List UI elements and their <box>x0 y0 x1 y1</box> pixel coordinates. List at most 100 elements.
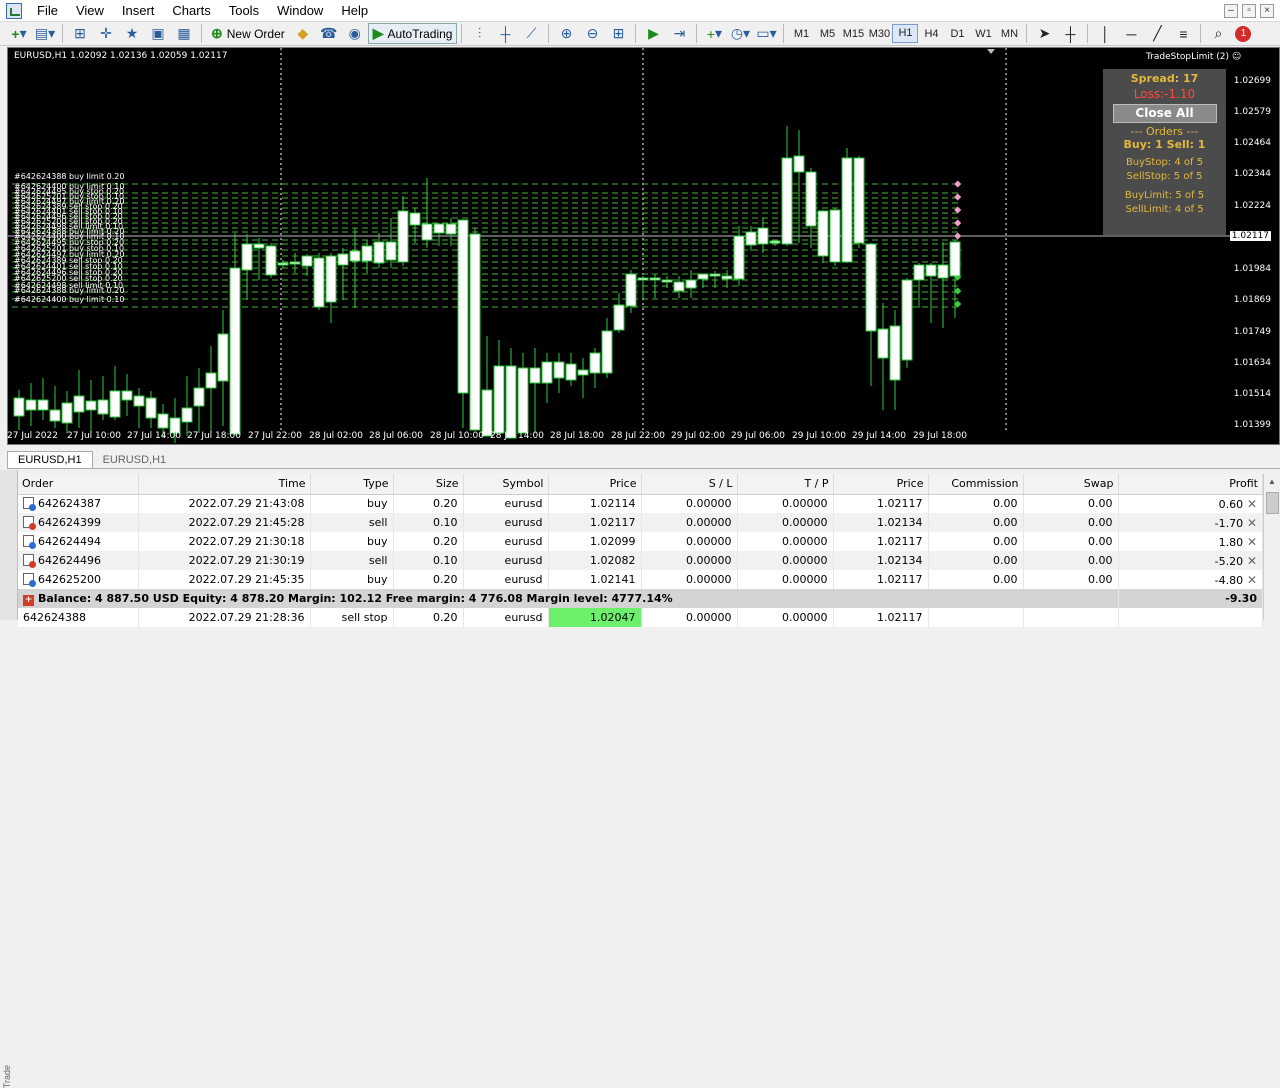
col-tp[interactable]: T / P <box>737 474 834 495</box>
timeframe-mn[interactable]: MN <box>996 28 1022 40</box>
close-all-button[interactable]: Close All <box>1112 104 1217 123</box>
crosshair-icon[interactable]: ┼ <box>1060 24 1080 44</box>
sl-cell: 0.00000 <box>641 570 738 589</box>
market-icon[interactable]: ◉ <box>345 24 365 44</box>
order-row[interactable]: 642625200 2022.07.29 21:45:35 buy 0.20 eurus… <box>18 570 1263 589</box>
tab-chart-1[interactable]: EURUSD,H1 <box>7 451 93 468</box>
timeframe-w1[interactable]: W1 <box>970 28 996 40</box>
col-swap[interactable]: Swap <box>1023 474 1119 495</box>
navigator-icon[interactable]: ★ <box>122 24 142 44</box>
col-size[interactable]: Size <box>393 474 464 495</box>
templates-icon[interactable]: ▭▾ <box>756 24 776 44</box>
price-chart[interactable]: #642624388 buy limit 0.20 #642624400 buy … <box>7 47 1280 445</box>
terminal-scrollbar[interactable]: ▲ <box>1263 474 1280 620</box>
metaeditor-icon[interactable]: ◆ <box>293 24 313 44</box>
line-chart-icon[interactable]: ⟋ <box>521 24 541 44</box>
strategy-tester-icon[interactable]: ▦ <box>174 24 194 44</box>
data-window-icon[interactable]: ✛ <box>96 24 116 44</box>
candlestick-icon[interactable]: ┼ <box>495 24 515 44</box>
vertical-line-icon[interactable]: │ <box>1095 24 1115 44</box>
order-row[interactable]: 642624399 2022.07.29 21:45:28 sell 0.10 euru… <box>18 513 1263 532</box>
menu-window[interactable]: Window <box>268 0 332 21</box>
candle-body <box>73 395 85 413</box>
new-order-button[interactable]: ⊕ New Order <box>206 23 290 44</box>
periods-icon[interactable]: ◷▾ <box>730 24 750 44</box>
col-type[interactable]: Type <box>310 474 394 495</box>
menu-insert[interactable]: Insert <box>113 0 164 21</box>
profiles-icon[interactable]: ▤▾ <box>35 24 55 44</box>
autotrading-button[interactable]: ▶ AutoTrading <box>367 23 458 44</box>
sl-cell: 0.00000 <box>641 494 738 513</box>
indicators-icon[interactable]: + ▾ <box>704 24 724 44</box>
new-chart-icon[interactable]: + ▾ <box>9 24 29 44</box>
col-profit[interactable]: Profit <box>1118 474 1263 495</box>
close-order-icon[interactable]: ✕ <box>1243 497 1257 511</box>
menu-charts[interactable]: Charts <box>163 0 219 21</box>
balance-icon: + <box>23 594 34 606</box>
zoom-in-icon[interactable]: ⊕ <box>556 24 576 44</box>
col-order[interactable]: Order <box>18 474 139 495</box>
candle-body <box>157 413 169 429</box>
pending-order-row[interactable]: 642624388 2022.07.29 21:28:36 sell stop 0.2… <box>18 608 1263 627</box>
price-tick-label: 1.02224 <box>1233 201 1271 211</box>
time-tick-label: 28 Jul 02:00 <box>309 431 363 441</box>
horizontal-line-icon[interactable]: ─ <box>1121 24 1141 44</box>
col-commission[interactable]: Commission <box>928 474 1024 495</box>
channel-icon[interactable]: ≡ <box>1173 24 1193 44</box>
timeframe-m1[interactable]: M1 <box>788 28 814 40</box>
close-order-icon[interactable]: ✕ <box>1243 573 1257 587</box>
spread-readout: Spread: 17 <box>1130 72 1199 85</box>
candle-body <box>709 273 721 277</box>
col-sl[interactable]: S / L <box>641 474 738 495</box>
terminal-icon[interactable]: ▣ <box>148 24 168 44</box>
scroll-up-icon[interactable]: ▲ <box>1264 474 1280 490</box>
menu-file[interactable]: File <box>28 0 67 21</box>
col-price[interactable]: Price <box>548 474 642 495</box>
autoscroll-icon[interactable]: ▶ <box>643 24 663 44</box>
col-symbol[interactable]: Symbol <box>463 474 549 495</box>
candle-body <box>841 157 853 263</box>
candle-body <box>745 231 757 246</box>
col-time[interactable]: Time <box>138 474 311 495</box>
close-order-icon[interactable]: ✕ <box>1243 516 1257 530</box>
tp-cell: 0.00000 <box>737 608 834 627</box>
timeframe-d1[interactable]: D1 <box>944 28 970 40</box>
time-tick-label: 27 Jul 18:00 <box>187 431 241 441</box>
candle-body <box>697 273 709 280</box>
tab-chart-2[interactable]: EURUSD,H1 <box>93 452 177 468</box>
order-row[interactable]: 642624387 2022.07.29 21:43:08 buy 0.20 eurus… <box>18 494 1263 513</box>
order-row[interactable]: 642624496 2022.07.29 21:30:19 sell 0.10 euru… <box>18 551 1263 570</box>
notification-badge[interactable]: 1 <box>1235 25 1252 42</box>
price-tick-label: 1.01399 <box>1233 420 1271 430</box>
minimize-button[interactable]: – <box>1224 3 1238 18</box>
scroll-thumb[interactable] <box>1265 492 1279 514</box>
timeframe-m30[interactable]: M30 <box>866 28 892 40</box>
tile-windows-icon[interactable]: ⊞ <box>608 24 628 44</box>
timeframe-m15[interactable]: M15 <box>840 28 866 40</box>
order-row[interactable]: 642624494 2022.07.29 21:30:18 buy 0.20 eurus… <box>18 532 1263 551</box>
trendline-icon[interactable]: ╱ <box>1147 24 1167 44</box>
signals-icon[interactable]: ☎ <box>319 24 339 44</box>
timeframe-h1[interactable]: H1 <box>892 24 919 43</box>
commission-cell: 0.00 <box>928 532 1024 551</box>
candle-body <box>853 157 865 244</box>
menu-view[interactable]: View <box>67 0 113 21</box>
bar-chart-icon[interactable]: ⫶ <box>469 24 489 44</box>
market-watch-icon[interactable]: ⊞ <box>70 24 90 44</box>
col-current-price[interactable]: Price <box>833 474 929 495</box>
close-order-icon[interactable]: ✕ <box>1243 535 1257 549</box>
menu-help[interactable]: Help <box>332 0 377 21</box>
cursor-icon[interactable]: ➤ <box>1034 24 1054 44</box>
timeframe-m5[interactable]: M5 <box>814 28 840 40</box>
search-icon[interactable]: ⌕ <box>1208 24 1228 44</box>
app-icon <box>6 2 22 19</box>
menu-tools[interactable]: Tools <box>220 0 268 21</box>
restore-button[interactable]: ▫ <box>1242 3 1256 18</box>
close-order-icon[interactable]: ✕ <box>1243 554 1257 568</box>
zoom-out-icon[interactable]: ⊖ <box>582 24 602 44</box>
candle-body <box>901 279 913 361</box>
chart-shift-icon[interactable]: ⇥ <box>669 24 689 44</box>
timeframe-h4[interactable]: H4 <box>918 28 944 40</box>
chart-canvas[interactable]: #642624388 buy limit 0.20#642624400 buy … <box>8 48 1280 446</box>
close-button[interactable]: × <box>1260 3 1274 18</box>
